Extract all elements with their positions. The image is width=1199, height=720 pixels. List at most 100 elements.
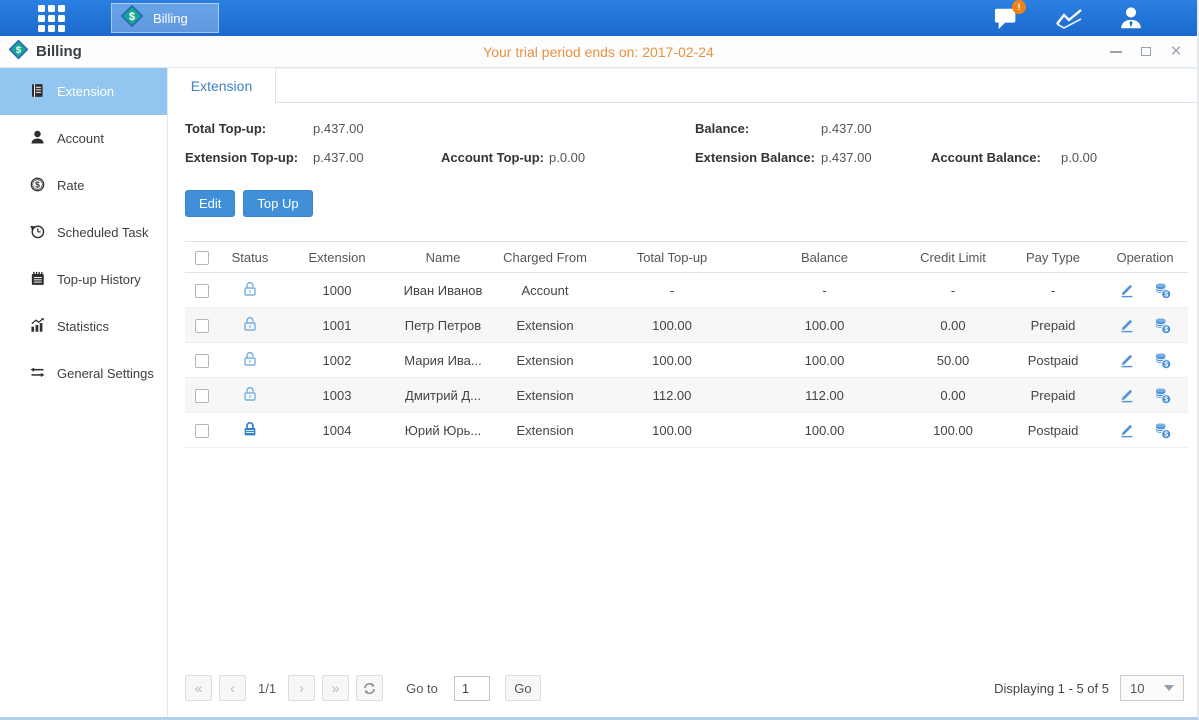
main-panel: Extension Total Top-up:p.437.00 Balance:… (168, 68, 1197, 717)
app-grid-icon[interactable] (38, 5, 65, 32)
summary-account-balance: Account Balance:p.0.00 (931, 150, 1184, 165)
status-unlocked-icon[interactable] (241, 321, 259, 336)
notifications-chat-icon[interactable]: ! (991, 3, 1023, 33)
topup-row-icon[interactable]: $ (1153, 386, 1172, 405)
sidebar-item-general-settings[interactable]: General Settings (0, 350, 167, 397)
svg-text:$: $ (1165, 396, 1169, 403)
goto-page-input[interactable] (454, 676, 490, 701)
cell-charged-from: Account (493, 273, 597, 308)
sidebar-item-label: Statistics (57, 319, 109, 334)
page-size-dropdown[interactable]: 10 (1120, 675, 1184, 701)
status-unlocked-icon[interactable] (241, 391, 259, 406)
summary-balance: Balance:p.437.00 (695, 121, 931, 136)
column-header: Extension (281, 242, 393, 273)
row-checkbox[interactable] (195, 284, 209, 298)
cell-pay-type: Prepaid (1004, 308, 1102, 343)
edit-row-icon[interactable] (1118, 351, 1136, 369)
sidebar-item-label: Rate (57, 178, 84, 193)
top-up-button[interactable]: Top Up (243, 190, 312, 217)
edit-button[interactable]: Edit (185, 190, 235, 217)
notification-badge: ! (1012, 0, 1026, 14)
status-unlocked-icon[interactable] (241, 286, 259, 301)
cell-extension: 1004 (281, 413, 393, 448)
billing-diamond-icon: $ (120, 4, 144, 33)
sidebar-item-rate[interactable]: $ Rate (0, 162, 167, 209)
status-locked-icon[interactable] (241, 426, 259, 441)
tab-extension[interactable]: Extension (168, 68, 275, 103)
last-page-button[interactable]: » (322, 675, 349, 701)
edit-row-icon[interactable] (1118, 281, 1136, 299)
go-button[interactable]: Go (505, 675, 541, 701)
edit-row-icon[interactable] (1118, 386, 1136, 404)
cell-pay-type: Prepaid (1004, 378, 1102, 413)
reports-chart-icon[interactable] (1053, 3, 1085, 33)
cell-pay-type: Postpaid (1004, 413, 1102, 448)
topup-row-icon[interactable]: $ (1153, 421, 1172, 440)
sidebar-item-extension[interactable]: Extension (0, 68, 167, 115)
cell-credit-limit: - (902, 273, 1004, 308)
cell-balance: 112.00 (747, 378, 902, 413)
cell-total-topup: 100.00 (597, 413, 747, 448)
balance-summary: Total Top-up:p.437.00 Balance:p.437.00 E… (185, 121, 1184, 165)
refresh-button[interactable] (356, 675, 383, 701)
general-settings-arrows-icon (29, 364, 46, 384)
status-unlocked-icon[interactable] (241, 356, 259, 371)
table-row: 1003 Дмитрий Д... Extension 112.00 112.0… (185, 378, 1188, 413)
cell-total-topup: 112.00 (597, 378, 747, 413)
toolbar: Edit Top Up (185, 190, 1184, 217)
table-row: 1004 Юрий Юрь... Extension 100.00 100.00… (185, 413, 1188, 448)
close-icon[interactable]: × (1169, 45, 1183, 59)
next-page-button[interactable]: › (288, 675, 315, 701)
column-header: Operation (1102, 242, 1188, 273)
summary-total-topup: Total Top-up:p.437.00 (185, 121, 441, 136)
cell-balance: - (747, 273, 902, 308)
sidebar-item-label: Account (57, 131, 104, 146)
table-row: 1001 Петр Петров Extension 100.00 100.00… (185, 308, 1188, 343)
row-checkbox[interactable] (195, 319, 209, 333)
sidebar-item-topup-history[interactable]: Top-up History (0, 256, 167, 303)
cell-balance: 100.00 (747, 413, 902, 448)
sidebar-item-label: Scheduled Task (57, 225, 149, 240)
row-checkbox[interactable] (195, 354, 209, 368)
column-header: Total Top-up (597, 242, 747, 273)
edit-row-icon[interactable] (1118, 316, 1136, 334)
table-header-row: Status Extension Name Charged From Total… (185, 242, 1188, 273)
top-bar: $ Billing ! (0, 0, 1197, 36)
cell-total-topup: 100.00 (597, 343, 747, 378)
column-header: Credit Limit (902, 242, 1004, 273)
minimize-icon[interactable] (1109, 45, 1123, 59)
sidebar-item-account[interactable]: Account (0, 115, 167, 162)
first-page-button[interactable]: « (185, 675, 212, 701)
tab-strip-rest (275, 68, 1197, 103)
topup-row-icon[interactable]: $ (1153, 351, 1172, 370)
cell-extension: 1002 (281, 343, 393, 378)
svg-text:$: $ (1165, 326, 1169, 333)
cell-total-topup: 100.00 (597, 308, 747, 343)
sidebar-item-scheduled-task[interactable]: Scheduled Task (0, 209, 167, 256)
goto-label: Go to (406, 681, 438, 696)
row-checkbox[interactable] (195, 424, 209, 438)
maximize-icon[interactable] (1139, 45, 1153, 59)
table-row: 1000 Иван Иванов Account - - - - (185, 273, 1188, 308)
pagination-bar: « ‹ 1/1 › » Go t (185, 667, 1184, 717)
rate-dollar-circle-icon: $ (29, 176, 46, 196)
user-account-icon[interactable] (1115, 3, 1147, 33)
cell-balance: 100.00 (747, 308, 902, 343)
sidebar-item-label: Extension (57, 84, 114, 99)
page-indicator: 1/1 (258, 681, 276, 696)
svg-text:$: $ (1165, 431, 1169, 438)
prev-page-button[interactable]: ‹ (219, 675, 246, 701)
summary-account-topup: Account Top-up:p.0.00 (441, 150, 695, 165)
topup-row-icon[interactable]: $ (1153, 316, 1172, 335)
edit-row-icon[interactable] (1118, 421, 1136, 439)
cell-credit-limit: 100.00 (902, 413, 1004, 448)
row-checkbox[interactable] (195, 389, 209, 403)
extension-table: Status Extension Name Charged From Total… (185, 241, 1188, 448)
page-size-value: 10 (1130, 681, 1144, 696)
sidebar-item-statistics[interactable]: Statistics (0, 303, 167, 350)
cell-name: Петр Петров (393, 308, 493, 343)
topup-row-icon[interactable]: $ (1153, 281, 1172, 300)
topbar-tab-billing[interactable]: $ Billing (111, 3, 219, 33)
account-person-icon (29, 129, 46, 149)
select-all-checkbox[interactable] (195, 251, 209, 265)
